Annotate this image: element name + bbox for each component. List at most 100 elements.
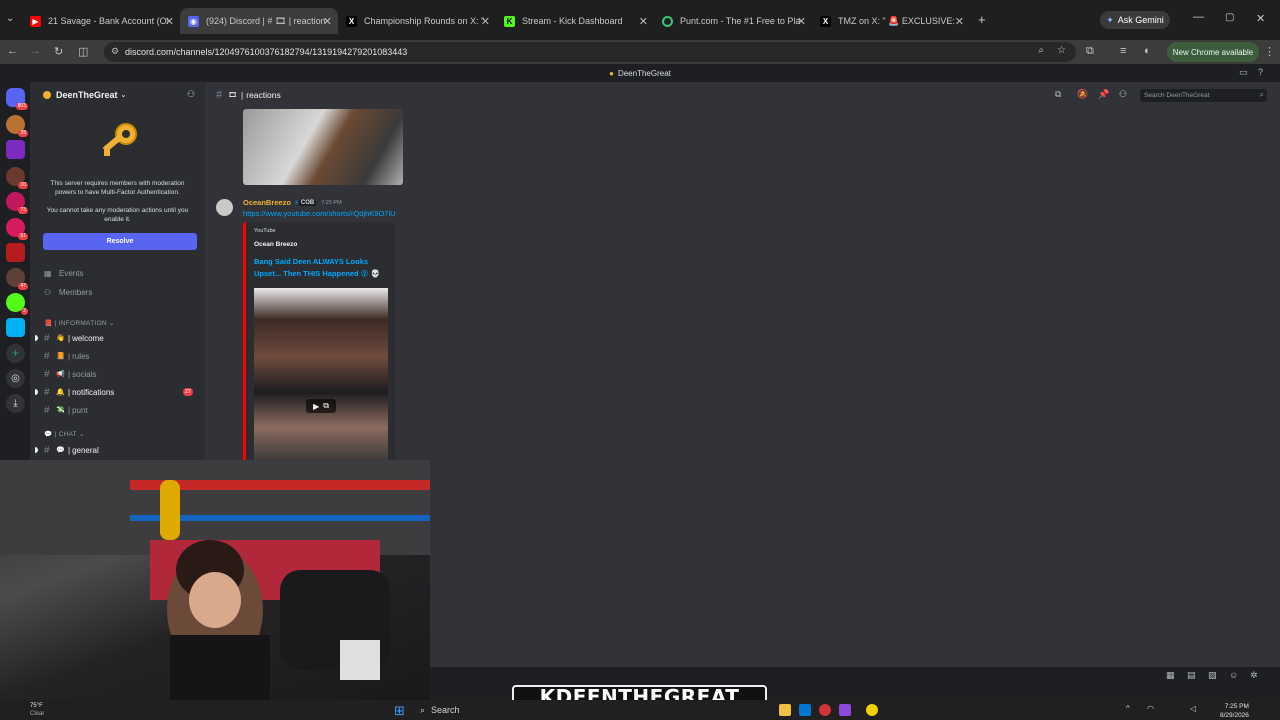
site-info-icon[interactable]: ⚙ [111,46,119,57]
channel-general[interactable]: # 💬 | general [35,443,199,457]
profile-avatar[interactable]: ◐ [1144,45,1151,57]
video-thumbnail[interactable]: ▶ ⧉ [254,288,388,462]
norton-icon[interactable] [866,704,878,716]
extensions-icon[interactable]: ⧉ [1086,45,1094,58]
download-apps-icon[interactable]: ⤓ [6,394,25,413]
channel-name: general [72,445,99,455]
weather-widget[interactable]: 75°F Clear [30,702,44,718]
user-avatar[interactable] [216,199,233,216]
embed-provider[interactable]: YouTube [254,228,276,234]
minimize-icon[interactable]: — [1193,11,1204,23]
side-panel-icon[interactable]: ◫ [78,45,88,58]
search-input[interactable]: Search DeenTheGreat ⌕ [1140,89,1267,102]
embed-author[interactable]: Ocean Breezo [254,241,297,248]
close-tab-icon[interactable]: ✕ [323,15,332,28]
server-icon[interactable] [6,140,25,159]
message-author[interactable]: OceanBreezo [243,198,291,207]
channel-punt[interactable]: # 💸 | punt [44,403,199,417]
channel-socials[interactable]: # 📢 | socials [44,367,199,381]
search-label: Search [431,705,460,715]
volume-icon[interactable]: ◁ [1190,704,1196,713]
tab-championship[interactable]: X Championship Rounds on X: "B ✕ [338,8,496,34]
tab-kick[interactable]: K Stream - Kick Dashboard ✕ [496,8,654,34]
new-tab-icon[interactable]: + [978,12,986,27]
url-bar[interactable]: ⚙ discord.com/channels/12049761003761827… [104,42,1076,62]
help-icon[interactable]: ? [1258,67,1263,77]
tab-discord[interactable]: ◉ (924) Discord | # 🎞 | reactions ✕ [180,8,338,34]
resolve-button[interactable]: Resolve [43,233,197,250]
tab-search-icon[interactable]: ≡ [1120,45,1126,57]
server-icon[interactable]: 10 [6,167,28,189]
bookmark-star-icon[interactable]: ☆ [1057,45,1066,56]
server-icon[interactable]: 28 [6,115,28,137]
play-button[interactable]: ▶ ⧉ [306,399,336,413]
gift-icon[interactable]: ▦ [1166,670,1175,681]
server-icon[interactable]: 2 [6,293,28,315]
add-member-icon[interactable]: ⚇ [187,89,195,100]
back-icon[interactable]: ← [7,45,18,57]
embed-title[interactable]: Bang Said Deen ALWAYS Looks Upset... The… [254,256,394,280]
tab-punt[interactable]: Punt.com - The #1 Free to Play ✕ [654,8,812,34]
menu-kebab-icon[interactable]: ⋮ [1264,45,1275,58]
new-chrome-available-button[interactable]: New Chrome available [1167,42,1259,62]
members-link[interactable]: ⚇ Members [44,288,92,297]
app-icon[interactable] [819,704,831,716]
pinned-messages-icon[interactable]: 📌 [1098,89,1109,100]
tab-list-dropdown-icon[interactable]: ⌄ [6,13,14,24]
server-icon[interactable]: 47 [6,268,28,290]
close-window-icon[interactable]: ✕ [1256,12,1265,25]
forward-icon[interactable]: → [30,45,41,57]
taskbar-search[interactable]: ⌕ Search [420,703,510,717]
tab-title: (924) Discord | # 🎞 | reactions [206,15,326,26]
channel-notifications[interactable]: # 🔔 | notifications 27 [35,385,199,399]
sticker-icon[interactable]: ▧ [1208,670,1217,681]
reload-icon[interactable]: ↻ [54,45,63,58]
category-emoji-icon: 💬 [44,431,53,438]
server-icon[interactable]: 73 [6,192,28,214]
channel-header: # 🎞 | reactions ⧉ 🔕 📌 ⚇ Search DeenTheGr… [205,82,1280,108]
channel-rules[interactable]: # 📙 | rules [44,349,199,363]
file-explorer-icon[interactable] [779,704,791,716]
visual-studio-icon[interactable] [839,704,851,716]
events-link[interactable]: ▦ Events [44,269,83,278]
server-icon[interactable] [6,243,25,262]
server-name-header[interactable]: DeenTheGreat ⌄ ⚇ [30,82,205,108]
close-tab-icon[interactable]: ✕ [639,15,648,28]
zoom-icon[interactable]: ⌕ [1038,45,1044,56]
server-icon[interactable] [6,318,25,337]
explore-servers-icon[interactable]: ◎ [6,369,25,388]
ask-gemini-button[interactable]: ✦ Ask Gemini [1100,11,1170,29]
server-tag[interactable]: COB [298,199,317,206]
close-tab-icon[interactable]: ✕ [165,15,174,28]
unread-indicator [35,447,38,453]
close-tab-icon[interactable]: ✕ [481,15,490,28]
wifi-icon[interactable]: ◠ [1147,704,1154,713]
category-chat[interactable]: 💬 | CHAT ⌄ [44,430,85,438]
close-tab-icon[interactable]: ✕ [797,15,806,28]
tab-title: Stream - Kick Dashboard [522,16,623,26]
category-information[interactable]: 📕 | INFORMATION ⌄ [44,319,115,327]
direct-messages-button[interactable]: 803 [6,88,28,110]
inbox-icon[interactable]: ▭ [1239,67,1248,78]
channel-welcome[interactable]: # 👋 | welcome [35,331,199,345]
chevron-up-icon[interactable]: ^ [1126,704,1130,713]
notification-settings-icon[interactable]: 🔕 [1077,89,1088,100]
member-list-icon[interactable]: ⚇ [1119,89,1127,100]
close-tab-icon[interactable]: ✕ [955,15,964,28]
tab-youtube[interactable]: ▶ 21 Savage - Bank Account (Offi ✕ [22,8,180,34]
message-header: OceanBreezo ⚡ COB 7:25 PM [243,198,342,207]
hash-icon: # [44,368,50,380]
maximize-icon[interactable]: ▢ [1225,12,1234,23]
server-icon[interactable]: 51 [6,218,28,240]
apps-icon[interactable]: ✲ [1250,670,1258,681]
gif-icon[interactable]: ▤ [1187,670,1196,681]
outlook-icon[interactable] [799,704,811,716]
image-attachment[interactable] [243,109,403,185]
windows-start-icon[interactable]: ⊞ [394,703,405,719]
add-server-icon[interactable]: + [6,344,25,363]
clock[interactable]: 7:25 PM 8/29/2026 [1220,702,1249,720]
emoji-icon[interactable]: ☺ [1229,670,1238,680]
message-link[interactable]: https://www.youtube.com/shorts/rQdjhK9O7… [243,209,396,218]
tab-tmz[interactable]: X TMZ on X: " 🚨 EXCLUSIVE: Dee ✕ [812,8,970,34]
threads-icon[interactable]: ⧉ [1055,89,1061,100]
